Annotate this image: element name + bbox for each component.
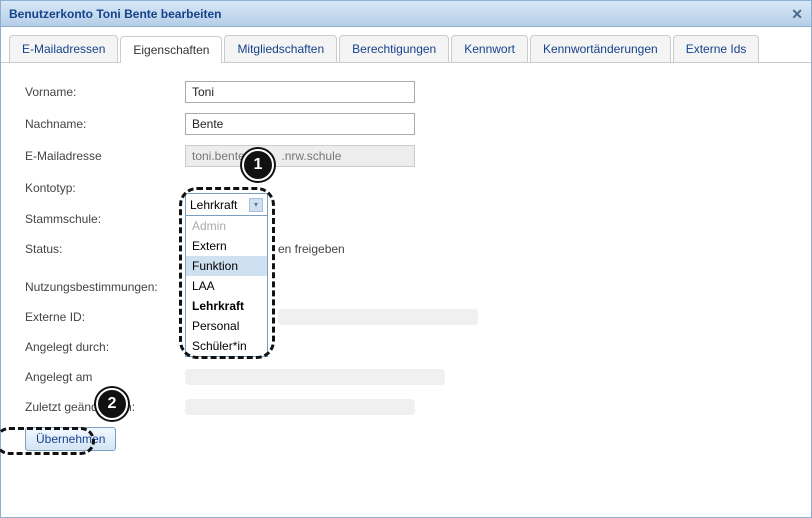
form-body: Vorname: Nachname: E-Mailadresse Kontoty… (1, 63, 811, 469)
kontotyp-option-extern[interactable]: Extern (186, 236, 267, 256)
nachname-field[interactable] (185, 113, 415, 135)
kontotyp-option-personal[interactable]: Personal (186, 316, 267, 336)
chevron-down-icon[interactable]: ▾ (249, 198, 263, 212)
angelegtam-value-redacted (185, 369, 445, 385)
nachname-label: Nachname: (25, 117, 185, 131)
tab-bar: E-Mailadressen Eigenschaften Mitgliedsch… (1, 27, 811, 63)
angelegtam-label: Angelegt am (25, 370, 185, 384)
kontotyp-combo[interactable]: Lehrkraft ▾ (186, 194, 267, 216)
window-title: Benutzerkonto Toni Bente bearbeiten (9, 1, 221, 27)
apply-button[interactable]: Übernehmen (25, 427, 116, 451)
titlebar: Benutzerkonto Toni Bente bearbeiten ✕ (1, 1, 811, 27)
status-value: en freigeben (278, 242, 345, 256)
kontotyp-option-schuelerin[interactable]: Schüler*in (186, 336, 267, 356)
vorname-field[interactable] (185, 81, 415, 103)
tab-mitgliedschaften[interactable]: Mitgliedschaften (224, 35, 337, 62)
externeid-label: Externe ID: (25, 310, 185, 324)
nutzungs-label: Nutzungsbestimmungen: (25, 280, 185, 294)
tab-kennwortaenderungen[interactable]: Kennwortänderungen (530, 35, 671, 62)
kontotyp-option-admin[interactable]: Admin (186, 216, 267, 236)
callout-badge-2: 2 (96, 388, 128, 420)
stammschule-label: Stammschule: (25, 212, 185, 226)
email-label: E-Mailadresse (25, 149, 185, 163)
status-label: Status: (25, 242, 185, 256)
kontotyp-label: Kontotyp: (25, 181, 185, 195)
kontotyp-option-funktion[interactable]: Funktion (186, 256, 267, 276)
tab-email-adressen[interactable]: E-Mailadressen (9, 35, 118, 62)
callout-badge-1: 1 (242, 149, 274, 181)
vorname-label: Vorname: (25, 85, 185, 99)
email-field (185, 145, 415, 167)
angelegtdurch-label: Angelegt durch: (25, 340, 185, 354)
kontotyp-selected: Lehrkraft (190, 198, 237, 212)
kontotyp-option-lehrkraft[interactable]: Lehrkraft (186, 296, 267, 316)
dialog-window: Benutzerkonto Toni Bente bearbeiten ✕ E-… (0, 0, 812, 518)
kontotyp-dropdown[interactable]: Lehrkraft ▾ Admin Extern Funktion LAA Le… (185, 193, 268, 357)
zuletzt-value-redacted (185, 399, 415, 415)
tab-kennwort[interactable]: Kennwort (451, 35, 528, 62)
tab-externe-ids[interactable]: Externe Ids (673, 35, 760, 62)
kontotyp-option-laa[interactable]: LAA (186, 276, 267, 296)
tab-eigenschaften[interactable]: Eigenschaften (120, 36, 222, 63)
close-icon[interactable]: ✕ (791, 1, 803, 27)
tab-berechtigungen[interactable]: Berechtigungen (339, 35, 449, 62)
externeid-value-redacted (278, 309, 478, 325)
